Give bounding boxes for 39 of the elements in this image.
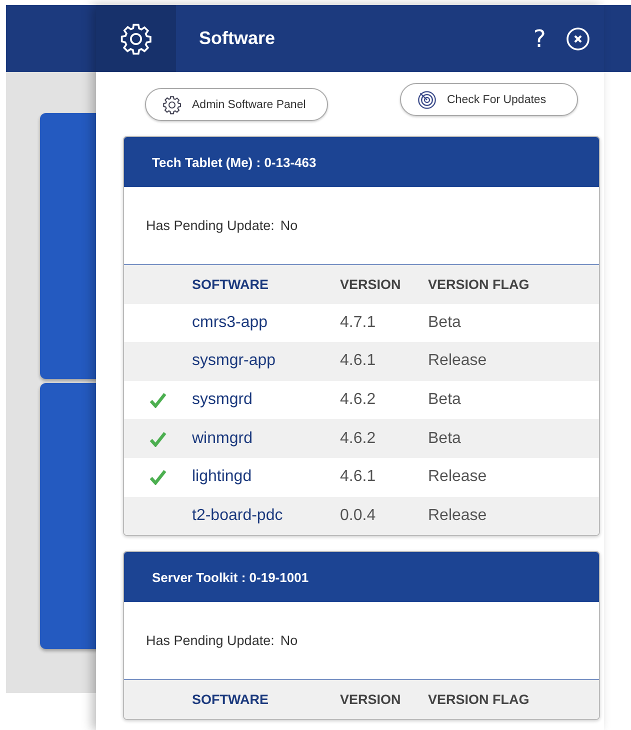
column-header: SOFTWARE <box>192 276 270 292</box>
device-title: Tech Tablet (Me) : 0-13-463 <box>152 154 316 170</box>
version-cell-text: 0.0.4 <box>340 506 377 525</box>
pending-label: Has Pending Update: <box>146 633 274 648</box>
column-header: VERSION <box>340 692 402 707</box>
check-updates-button[interactable]: Check For Updates <box>400 83 578 116</box>
close-icon <box>566 26 590 50</box>
software-name: lightingd <box>192 468 253 486</box>
column-header: VERSION FLAG <box>428 692 530 707</box>
software-name: sysmgr-app <box>192 352 277 370</box>
software-name: sysmgrd <box>192 391 254 410</box>
device-title: Server Toolkit : 0-19-1001 <box>152 570 309 585</box>
flag-cell: Beta <box>428 430 461 448</box>
flag-cell: Beta <box>428 314 461 332</box>
help-button[interactable]: ? <box>533 24 546 52</box>
pending-value: No <box>280 218 298 233</box>
panel-title: Software <box>199 28 276 49</box>
settings-icon <box>119 22 153 56</box>
close-button[interactable] <box>566 26 590 50</box>
radar-icon <box>417 90 437 110</box>
version-cell-text: 4.6.2 <box>340 391 377 410</box>
software-name: cmrs3-app <box>192 314 269 332</box>
version-cell-text: 4.6.1 <box>340 352 377 370</box>
software-name: winmgrd <box>192 430 254 448</box>
pending-label: Has Pending Update: <box>146 218 274 233</box>
column-header: VERSION FLAG <box>428 276 530 292</box>
column-header: SOFTWARE <box>192 692 270 707</box>
version-cell-text: 4.6.1 <box>340 468 377 486</box>
flag-cell: Release <box>428 352 487 370</box>
flag-cell: Release <box>428 468 487 486</box>
gear-icon <box>162 94 182 114</box>
admin-panel-button[interactable]: Admin Software Panel <box>145 88 328 121</box>
pending-value: No <box>280 633 298 648</box>
column-header: VERSION <box>340 276 402 292</box>
version-cell-text: 4.6.2 <box>340 430 377 448</box>
flag-cell: Release <box>428 506 487 525</box>
version-cell-text: 4.7.1 <box>340 314 377 332</box>
software-name: t2-board-pdc <box>192 506 284 525</box>
flag-cell: Beta <box>428 391 461 410</box>
